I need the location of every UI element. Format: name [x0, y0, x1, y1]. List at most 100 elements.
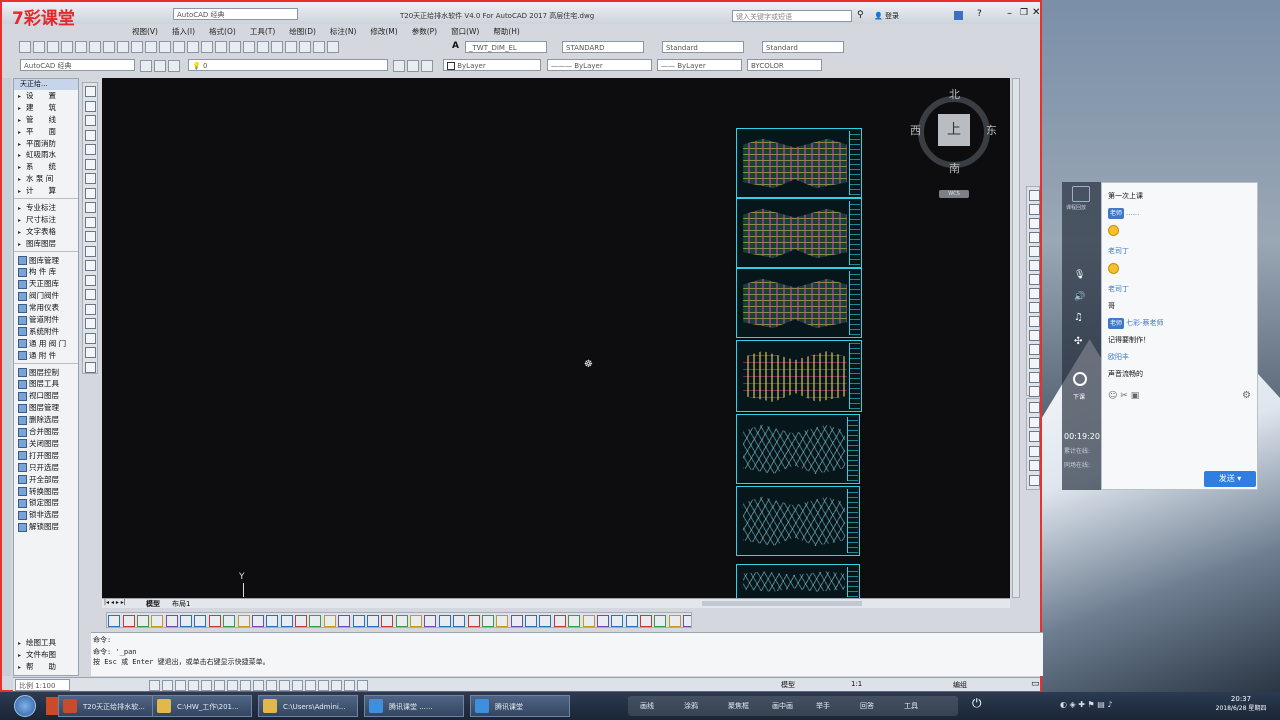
markup-icon[interactable]: [299, 41, 311, 53]
panel-bottom-item[interactable]: ▸ 文件布图: [14, 649, 78, 661]
tool-icon[interactable]: [1029, 330, 1040, 341]
tool-icon[interactable]: [85, 289, 96, 300]
tianzheng-tool-icon[interactable]: [381, 615, 394, 627]
share-icon[interactable]: ✣: [1074, 336, 1082, 347]
tianzheng-tool-icon[interactable]: [683, 615, 691, 627]
canvas-vscroll[interactable]: [1012, 78, 1020, 598]
tool-icon[interactable]: [85, 274, 96, 286]
layer-state-icon[interactable]: [168, 60, 180, 72]
tool-icon[interactable]: [85, 173, 96, 184]
workspace-combo[interactable]: AutoCAD 经典: [20, 59, 135, 71]
wcs-menu[interactable]: WCS: [939, 190, 969, 198]
tianzheng-tool-icon[interactable]: [596, 615, 609, 627]
chat-nickname[interactable]: 老司丁: [1108, 247, 1129, 255]
panel-item[interactable]: 开全部层: [14, 474, 78, 486]
zoom-previous-icon[interactable]: [229, 41, 241, 53]
preview-icon[interactable]: [75, 41, 87, 53]
class-tool-4[interactable]: 举手: [816, 701, 830, 711]
close-button[interactable]: ✕: [1032, 7, 1040, 18]
end-class-icon[interactable]: [1073, 372, 1087, 386]
tianzheng-tool-icon[interactable]: [625, 615, 638, 627]
pan-icon[interactable]: [187, 41, 199, 53]
linetype-select[interactable]: ——— ByLayer: [547, 59, 652, 71]
tianzheng-tool-icon[interactable]: [151, 615, 164, 627]
status-toggle-icon[interactable]: [175, 680, 186, 691]
class-tool-0[interactable]: 画线: [640, 701, 654, 711]
tray-a-icon[interactable]: ◐: [1060, 700, 1067, 709]
tianzheng-tool-icon[interactable]: [410, 615, 423, 627]
tianzheng-tool-icon[interactable]: [654, 615, 667, 627]
tool-icon[interactable]: [1029, 302, 1040, 313]
panel-item[interactable]: 常用仪表: [14, 302, 78, 314]
search-input[interactable]: 键入关键字或短语: [732, 10, 852, 22]
panel-item[interactable]: ▸ 专业标注: [14, 202, 78, 214]
color-select[interactable]: ByLayer: [443, 59, 541, 71]
model-space-button[interactable]: 模型: [781, 680, 795, 690]
panel-item[interactable]: 解锁图层: [14, 521, 78, 533]
playback-icon[interactable]: [1072, 186, 1090, 202]
layer-previous-icon[interactable]: [407, 60, 419, 72]
drawing-sheet[interactable]: [736, 564, 860, 600]
class-tool-5[interactable]: 回答: [860, 701, 874, 711]
tianzheng-tool-icon[interactable]: [223, 615, 236, 627]
panel-item[interactable]: ▸ 设 置: [14, 90, 78, 102]
panel-item[interactable]: 图层工具: [14, 378, 78, 390]
taskbar-app[interactable]: 腾讯课堂: [470, 695, 570, 717]
clock[interactable]: 20:37 2018/6/28 星期四: [1210, 695, 1272, 712]
tool-icon[interactable]: [1029, 316, 1040, 327]
status-toggle-icon[interactable]: [149, 680, 160, 691]
minimize-button[interactable]: –: [1007, 8, 1012, 19]
print-icon[interactable]: [61, 41, 73, 53]
tianzheng-tool-icon[interactable]: [323, 615, 336, 627]
tool-palette-icon[interactable]: [271, 41, 283, 53]
tianzheng-tool-icon[interactable]: [438, 615, 451, 627]
menu-draw[interactable]: 绘图(D): [289, 27, 316, 36]
panel-item[interactable]: 图层管理: [14, 402, 78, 414]
mleader-style-select[interactable]: Standard: [762, 41, 844, 53]
panel-item[interactable]: 通 用 阀 门: [14, 338, 78, 350]
tianzheng-tool-icon[interactable]: [309, 615, 322, 627]
panel-item[interactable]: 天正图库: [14, 278, 78, 290]
tray-c-icon[interactable]: ✚: [1078, 700, 1085, 709]
tianzheng-tool-icon[interactable]: [136, 615, 149, 627]
status-toggle-icon[interactable]: [266, 680, 277, 691]
layer-match-icon[interactable]: [421, 60, 433, 72]
tool-icon[interactable]: [1029, 218, 1040, 229]
undo-icon[interactable]: [159, 41, 171, 53]
power-icon[interactable]: ⏻: [972, 696, 982, 711]
tianzheng-tool-icon[interactable]: [424, 615, 437, 627]
tianzheng-tool-icon[interactable]: [640, 615, 653, 627]
tab-nav-arrows[interactable]: |◂ ◂ ▸ ▸|: [104, 599, 126, 606]
menu-dimension[interactable]: 标注(N): [330, 27, 356, 36]
compass-west[interactable]: 西: [910, 122, 921, 138]
tool-icon[interactable]: [1029, 204, 1040, 215]
tool-icon[interactable]: [1029, 372, 1040, 383]
tianzheng-tool-icon[interactable]: [611, 615, 624, 627]
tianzheng-tool-icon[interactable]: [568, 615, 581, 627]
taskbar-app[interactable]: C:\Users\Admini...: [258, 695, 358, 717]
tianzheng-tool-icon[interactable]: [122, 615, 135, 627]
tool-icon[interactable]: [1029, 386, 1040, 397]
copy-icon[interactable]: [117, 41, 129, 53]
drawing-canvas[interactable]: Y ☸: [102, 78, 1010, 600]
status-toggle-icon[interactable]: [188, 680, 199, 691]
chat-nickname[interactable]: 欧阳丰: [1108, 353, 1129, 361]
tool-icon[interactable]: [85, 231, 96, 242]
tool-icon[interactable]: [1029, 260, 1040, 271]
status-toggle-icon[interactable]: [227, 680, 238, 691]
compass-east[interactable]: 东: [986, 122, 997, 138]
tool-icon[interactable]: [1029, 431, 1040, 442]
properties-icon[interactable]: [243, 41, 255, 53]
chat-nickname[interactable]: ......: [1126, 209, 1139, 217]
panel-item[interactable]: ▸ 系 统: [14, 161, 78, 173]
tianzheng-tool-icon[interactable]: [366, 615, 379, 627]
tool-icon[interactable]: [1029, 474, 1040, 486]
tianzheng-tool-icon[interactable]: [481, 615, 494, 627]
tool-icon[interactable]: [1029, 232, 1040, 243]
drawing-sheet[interactable]: [736, 128, 862, 198]
tianzheng-tool-icon[interactable]: [668, 615, 681, 627]
tray-volume-icon[interactable]: ♪: [1107, 700, 1112, 709]
panel-item[interactable]: ▸ 虹吸雨水: [14, 149, 78, 161]
tool-icon[interactable]: [1029, 274, 1040, 285]
restore-button[interactable]: ❐: [1020, 8, 1028, 18]
